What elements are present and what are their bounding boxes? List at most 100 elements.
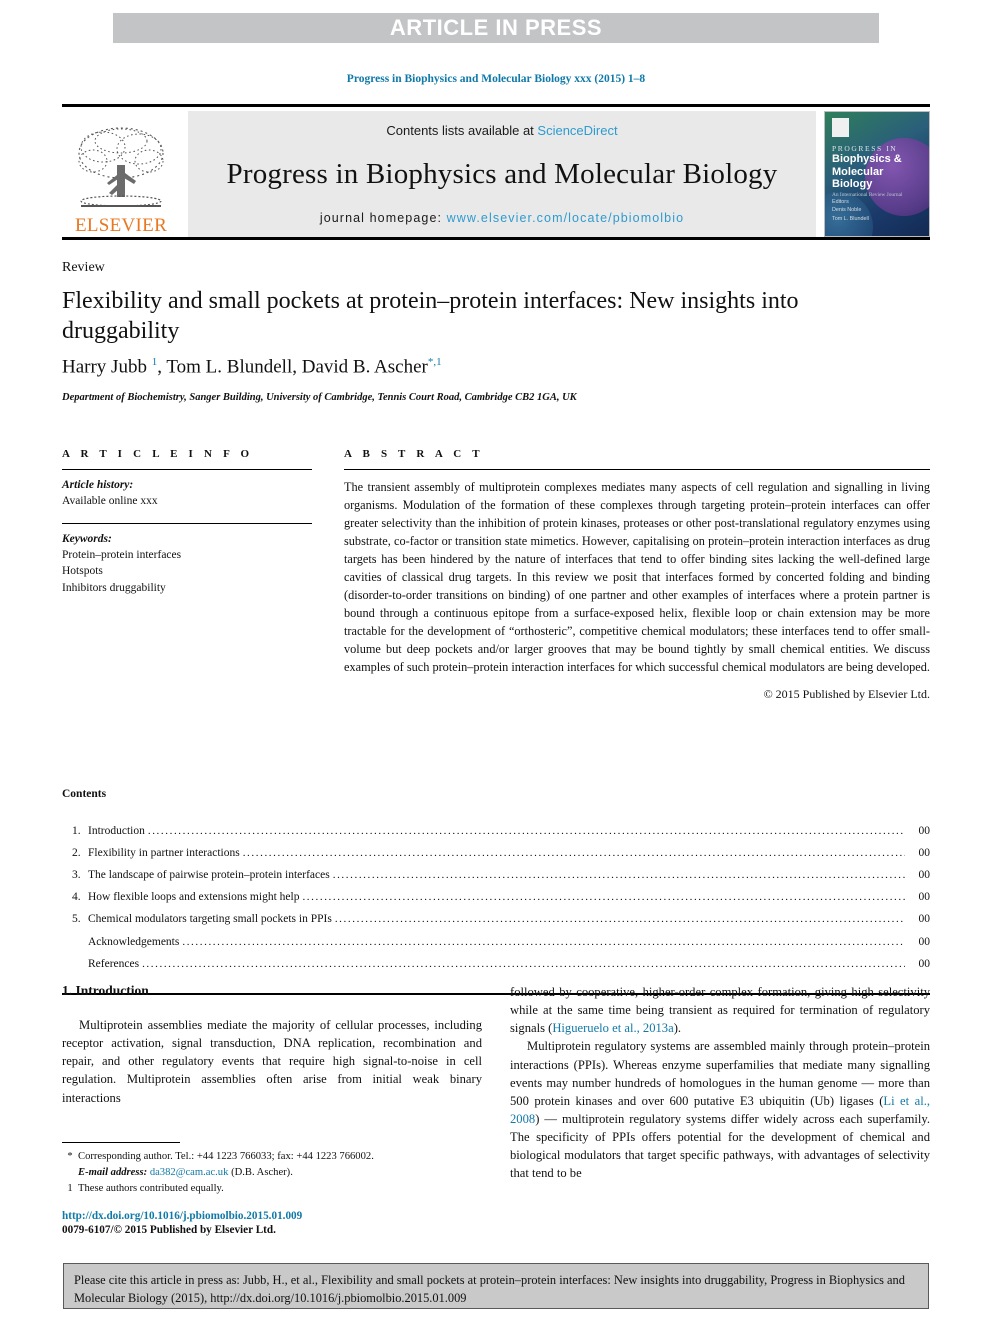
list-item[interactable]: Acknowledgements .......................… <box>62 931 930 953</box>
article-in-press-banner: ARTICLE IN PRESS <box>113 13 879 43</box>
sciencedirect-link[interactable]: ScienceDirect <box>537 123 617 138</box>
toc-number: 5. <box>72 913 81 926</box>
toc-leader-dots: ........................................… <box>332 869 905 882</box>
email-link[interactable]: da382@cam.ac.uk <box>150 1167 229 1178</box>
list-item[interactable]: 4. How flexible loops and extensions mig… <box>62 886 930 908</box>
list-item[interactable]: 2. Flexibility in partner interactions .… <box>62 842 930 864</box>
article-history-value: Available online xxx <box>62 495 158 508</box>
intro-p2-text-b: ) — multiprotein regulatory systems diff… <box>510 1111 930 1181</box>
footnotes-block: * Corresponding author. Tel.: +44 1223 7… <box>62 1142 482 1197</box>
list-item[interactable]: 3. The landscape of pairwise protein–pro… <box>62 864 930 886</box>
abstract-column: A B S T R A C T The transient assembly o… <box>344 448 930 702</box>
cover-editors-label: Editors <box>832 199 849 205</box>
footnote-asterisk-mark: * <box>67 1151 73 1162</box>
toc-leader-dots: ........................................… <box>142 957 905 970</box>
cover-editor-1: Denis Noble <box>832 207 862 214</box>
toc-label[interactable]: Acknowledgements <box>88 931 179 953</box>
journal-homepage-line: journal homepage: www.elsevier.com/locat… <box>320 211 684 225</box>
cover-line-progress-in: PROGRESS IN <box>832 144 898 153</box>
issn-copyright-line: 0079-6107/© 2015 Published by Elsevier L… <box>62 1224 276 1236</box>
article-info-rule-1 <box>62 469 312 470</box>
journal-title: Progress in Biophysics and Molecular Bio… <box>226 158 778 190</box>
list-item[interactable]: 5. Chemical modulators targeting small p… <box>62 908 930 930</box>
toc-label[interactable]: How flexible loops and extensions might … <box>88 886 299 908</box>
journal-masthead: ELSEVIER Contents lists available at Sci… <box>62 104 930 237</box>
introduction-heading: 1. Introduction <box>62 983 149 998</box>
keywords-label: Keywords: <box>62 532 112 545</box>
masthead-bottom-rule <box>62 237 930 240</box>
toc-leader-dots: ........................................… <box>302 891 905 904</box>
running-head-citation: Progress in Biophysics and Molecular Bio… <box>346 73 646 85</box>
masthead-top-rule <box>62 104 930 107</box>
keywords-group: Keywords: Protein–protein interfaces Hot… <box>62 531 312 596</box>
email-suffix: (D.B. Ascher). <box>231 1166 293 1178</box>
please-cite-box: Please cite this article in press as: Ju… <box>63 1263 929 1309</box>
masthead-body: ELSEVIER Contents lists available at Sci… <box>62 111 930 237</box>
intro-paragraph-2: Multiprotein regulatory systems are asse… <box>510 1037 930 1182</box>
contents-available-prefix: Contents lists available at <box>386 123 538 138</box>
citation-link-higueruelo[interactable]: Higueruelo et al., 2013a <box>552 1021 673 1035</box>
article-history-group: Article history: Available online xxx <box>62 477 312 510</box>
toc-page-number: 00 <box>918 891 931 904</box>
toc-label[interactable]: The landscape of pairwise protein–protei… <box>88 864 330 886</box>
footnote-corresponding-text: Corresponding author. Tel.: +44 1223 766… <box>78 1149 482 1181</box>
article-history-label: Article history: <box>62 479 134 491</box>
toc-page-number: 00 <box>918 935 931 948</box>
doi-block: http://dx.doi.org/10.1016/j.pbiomolbio.2… <box>62 1210 482 1236</box>
toc-page-number: 00 <box>918 913 931 926</box>
abstract-text: The transient assembly of multiprotein c… <box>344 480 930 674</box>
intro-p2-text-a: Multiprotein regulatory systems are asse… <box>510 1039 930 1108</box>
contents-available-line: Contents lists available at ScienceDirec… <box>386 123 617 138</box>
footnote-equal-text: These authors contributed equally. <box>78 1182 224 1194</box>
doi-link[interactable]: http://dx.doi.org/10.1016/j.pbiomolbio.2… <box>62 1210 482 1222</box>
elsevier-logo: ELSEVIER <box>62 111 180 237</box>
toc-label[interactable]: References <box>88 953 139 975</box>
author-list: Harry Jubb 1, Tom L. Blundell, David B. … <box>62 356 442 378</box>
contents-section: Contents 1. Introduction ...............… <box>62 788 930 995</box>
keyword-item: Hotspots <box>62 565 103 578</box>
intro-paragraph-1-continued: followed by cooperative, higher-order co… <box>510 983 930 1037</box>
toc-number: 2. <box>72 847 81 860</box>
cover-elsevier-mark-icon <box>832 118 849 137</box>
toc-page-number: 00 <box>918 825 931 837</box>
journal-cover-thumbnail: PROGRESS IN Biophysics & Molecular Biolo… <box>824 111 930 237</box>
article-info-rule-2 <box>62 522 312 524</box>
table-of-contents: 1. Introduction ........................… <box>62 820 930 975</box>
toc-label[interactable]: Flexibility in partner interactions <box>88 842 240 864</box>
elsevier-tree-icon <box>73 123 169 215</box>
toc-label[interactable]: Chemical modulators targeting small pock… <box>88 908 332 930</box>
keyword-item: Protein–protein interfaces <box>62 548 182 561</box>
cover-titles: PROGRESS IN Biophysics & Molecular Biolo… <box>832 144 924 198</box>
cover-line-biophysics: Biophysics & <box>832 153 902 165</box>
article-info-column: A R T I C L E I N F O Article history: A… <box>62 448 312 596</box>
cover-line-molecular-biology: Molecular Biology <box>832 165 884 191</box>
toc-leader-dots: ........................................… <box>334 913 905 926</box>
article-type-label: Review <box>62 260 105 275</box>
footnote-equal-contribution: 1 These authors contributed equally. <box>62 1181 482 1197</box>
author-affiliation: Department of Biochemistry, Sanger Build… <box>62 392 577 403</box>
list-item[interactable]: 1. Introduction ........................… <box>62 820 930 842</box>
keyword-item: Inhibitors druggability <box>62 581 166 594</box>
cover-editor-2: Tom L. Blundell <box>832 215 869 222</box>
footnote-corresponding-author: * Corresponding author. Tel.: +44 1223 7… <box>62 1149 482 1181</box>
masthead-center-panel: Contents lists available at ScienceDirec… <box>188 111 816 237</box>
body-column-right: followed by cooperative, higher-order co… <box>510 983 930 1182</box>
article-in-press-label: ARTICLE IN PRESS <box>389 15 603 40</box>
toc-page-number: 00 <box>918 869 931 882</box>
article-info-heading: A R T I C L E I N F O <box>62 448 254 460</box>
page-title: Flexibility and small pockets at protein… <box>62 288 799 345</box>
body-column-left: 1. Introduction Multiprotein assemblies … <box>62 983 482 1107</box>
toc-leader-dots: ........................................… <box>242 847 905 860</box>
intro-paragraph-1: Multiprotein assemblies mediate the majo… <box>62 1018 482 1105</box>
footnote-one-mark: 1 <box>67 1182 73 1194</box>
list-item[interactable]: References .............................… <box>62 953 930 975</box>
journal-homepage-link[interactable]: www.elsevier.com/locate/pbiomolbio <box>447 211 685 225</box>
toc-label[interactable]: Introduction <box>88 820 145 842</box>
cover-editors: Editors Denis Noble Tom L. Blundell <box>832 198 869 223</box>
abstract-rule <box>344 469 930 470</box>
abstract-copyright: © 2015 Published by Elsevier Ltd. <box>763 687 930 702</box>
footnote-separator-rule <box>62 1142 180 1143</box>
toc-leader-dots: ........................................… <box>182 935 905 948</box>
abstract-heading: A B S T R A C T <box>344 448 484 460</box>
toc-leader-dots: ........................................… <box>147 825 905 837</box>
